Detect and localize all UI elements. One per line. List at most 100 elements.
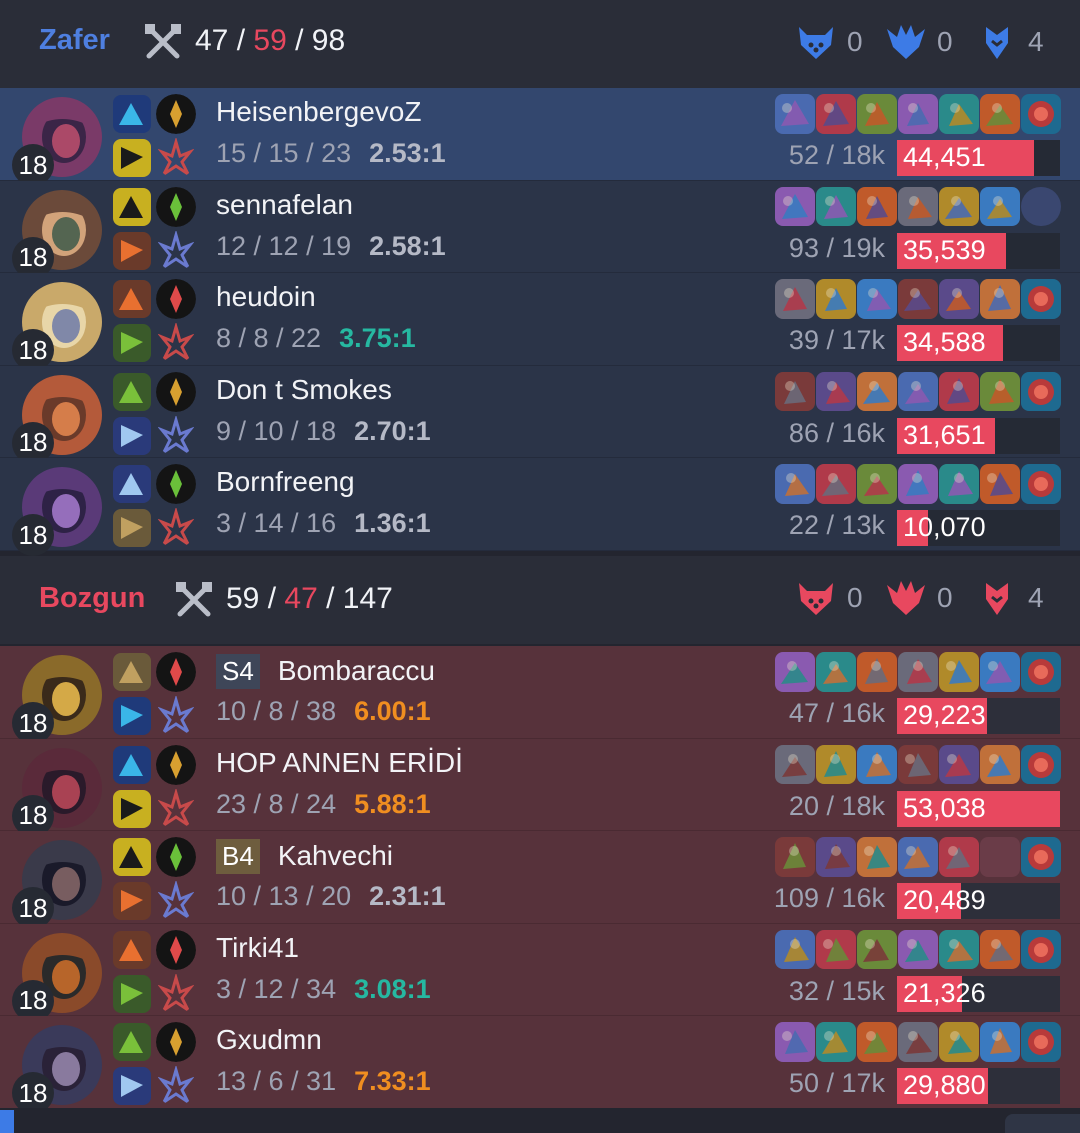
ward-trinket-icon[interactable] <box>1021 94 1061 134</box>
item-icon[interactable] <box>980 744 1020 784</box>
item-icon[interactable] <box>980 279 1020 319</box>
item-icon[interactable] <box>939 744 979 784</box>
item-icon[interactable] <box>980 464 1020 504</box>
ward-trinket-icon[interactable] <box>1021 371 1061 411</box>
item-icon[interactable] <box>775 929 815 969</box>
item-icon[interactable] <box>939 837 979 877</box>
item-icon[interactable] <box>898 837 938 877</box>
item-icon[interactable] <box>939 94 979 134</box>
item-icon[interactable] <box>898 371 938 411</box>
item-icon[interactable] <box>857 837 897 877</box>
item-icon[interactable] <box>775 186 815 226</box>
player-name[interactable]: sennafelan <box>216 189 353 221</box>
item-icon[interactable] <box>816 652 856 692</box>
summoner-name[interactable]: Gxudmn <box>216 1024 322 1055</box>
item-icon[interactable] <box>816 94 856 134</box>
item-icon[interactable] <box>857 186 897 226</box>
item-icon[interactable] <box>980 652 1020 692</box>
item-icon[interactable] <box>857 929 897 969</box>
item-icon[interactable] <box>939 279 979 319</box>
ward-trinket-icon[interactable] <box>1021 279 1061 319</box>
item-icon[interactable] <box>857 1022 897 1062</box>
summoner-name[interactable]: heudoin <box>216 281 316 312</box>
player-name[interactable]: S4 Bombaraccu <box>216 654 435 689</box>
player-row[interactable]: 18 S4 Bombaraccu 10 / 8 / 38 6.00:1 47 / 16k 2… <box>0 646 1080 744</box>
item-icon[interactable] <box>775 279 815 319</box>
item-icon[interactable] <box>939 652 979 692</box>
ward-trinket-icon[interactable] <box>1021 464 1061 504</box>
scroll-indicator[interactable] <box>0 1110 14 1133</box>
item-icon[interactable] <box>816 279 856 319</box>
item-icon[interactable] <box>816 371 856 411</box>
summoner-name[interactable]: Bornfreeng <box>216 466 355 497</box>
item-icon[interactable] <box>898 929 938 969</box>
item-icon[interactable] <box>939 186 979 226</box>
item-icon[interactable] <box>857 464 897 504</box>
summoner-name[interactable]: HeisenbergevoZ <box>216 96 421 127</box>
item-icon[interactable] <box>775 1022 815 1062</box>
item-icon[interactable] <box>816 186 856 226</box>
item-icon[interactable] <box>898 279 938 319</box>
item-icon[interactable] <box>898 186 938 226</box>
player-row[interactable]: 18 heudoin 8 / 8 / 22 3.75:1 39 / 17k 34,588 <box>0 273 1080 371</box>
item-icon[interactable] <box>857 744 897 784</box>
item-icon[interactable] <box>898 1022 938 1062</box>
summoner-name[interactable]: Bombaraccu <box>278 655 435 686</box>
ward-trinket-icon[interactable] <box>1021 837 1061 877</box>
item-icon[interactable] <box>775 837 815 877</box>
item-icon[interactable] <box>775 744 815 784</box>
item-icon[interactable] <box>898 652 938 692</box>
player-row[interactable]: 18 Don t Smokes 9 / 10 / 18 2.70:1 86 / 16k 3… <box>0 365 1080 464</box>
item-icon[interactable] <box>939 464 979 504</box>
item-icon[interactable] <box>775 94 815 134</box>
player-row[interactable]: 18 Bornfreeng 3 / 14 / 16 1.36:1 22 / 13k 10,… <box>0 458 1080 556</box>
item-icon[interactable] <box>816 464 856 504</box>
item-icon[interactable] <box>980 371 1020 411</box>
player-row[interactable]: 18 HeisenbergevoZ 15 / 15 / 23 2.53:1 52 / 1… <box>0 88 1080 186</box>
item-icon[interactable] <box>775 371 815 411</box>
player-row[interactable]: 18 Tirki41 3 / 12 / 34 3.08:1 32 / 15k 21,326 <box>0 923 1080 1022</box>
item-icon[interactable] <box>898 464 938 504</box>
item-icon[interactable] <box>816 929 856 969</box>
corner-button[interactable] <box>1005 1114 1080 1133</box>
item-icon[interactable] <box>816 744 856 784</box>
item-icon[interactable] <box>775 652 815 692</box>
player-name[interactable]: HOP ANNEN ERİDİ <box>216 747 463 779</box>
item-icon[interactable] <box>857 94 897 134</box>
item-icon[interactable] <box>857 652 897 692</box>
item-icon[interactable] <box>898 94 938 134</box>
player-row[interactable]: 18 HOP ANNEN ERİDİ 23 / 8 / 24 5.88:1 20 / 1… <box>0 738 1080 837</box>
item-icon[interactable] <box>816 1022 856 1062</box>
item-icon[interactable] <box>857 371 897 411</box>
item-icon[interactable] <box>980 929 1020 969</box>
player-name[interactable]: heudoin <box>216 281 316 313</box>
player-row[interactable]: 18 sennafelan 12 / 12 / 19 2.58:1 93 / 19k 35… <box>0 180 1080 279</box>
item-icon[interactable] <box>980 94 1020 134</box>
player-name[interactable]: HeisenbergevoZ <box>216 96 421 128</box>
item-icon[interactable] <box>980 186 1020 226</box>
player-name[interactable]: Tirki41 <box>216 932 299 964</box>
item-icon[interactable] <box>939 371 979 411</box>
summoner-name[interactable]: Don t Smokes <box>216 374 392 405</box>
item-icon[interactable] <box>939 929 979 969</box>
item-icon[interactable] <box>898 744 938 784</box>
player-name[interactable]: B4 Kahvechi <box>216 839 393 874</box>
ward-trinket-icon[interactable] <box>1021 1022 1061 1062</box>
player-name[interactable]: Don t Smokes <box>216 374 392 406</box>
item-icon[interactable] <box>939 1022 979 1062</box>
player-row[interactable]: 18 B4 Kahvechi 10 / 13 / 20 2.31:1 109 / 16k 2… <box>0 831 1080 929</box>
summoner-name[interactable]: sennafelan <box>216 189 353 220</box>
summoner-name[interactable]: HOP ANNEN ERİDİ <box>216 747 463 778</box>
item-icon[interactable] <box>816 837 856 877</box>
player-name[interactable]: Gxudmn <box>216 1024 322 1056</box>
summoner-name[interactable]: Kahvechi <box>278 840 393 871</box>
ward-trinket-icon[interactable] <box>1021 744 1061 784</box>
ward-trinket-icon[interactable] <box>1021 652 1061 692</box>
item-icon[interactable] <box>857 279 897 319</box>
summoner-name[interactable]: Tirki41 <box>216 932 299 963</box>
player-name[interactable]: Bornfreeng <box>216 466 355 498</box>
item-icon[interactable] <box>775 464 815 504</box>
ward-trinket-icon[interactable] <box>1021 929 1061 969</box>
player-row[interactable]: 18 Gxudmn 13 / 6 / 31 7.33:1 50 / 17k 29,880 <box>0 1016 1080 1114</box>
item-icon[interactable] <box>980 1022 1020 1062</box>
